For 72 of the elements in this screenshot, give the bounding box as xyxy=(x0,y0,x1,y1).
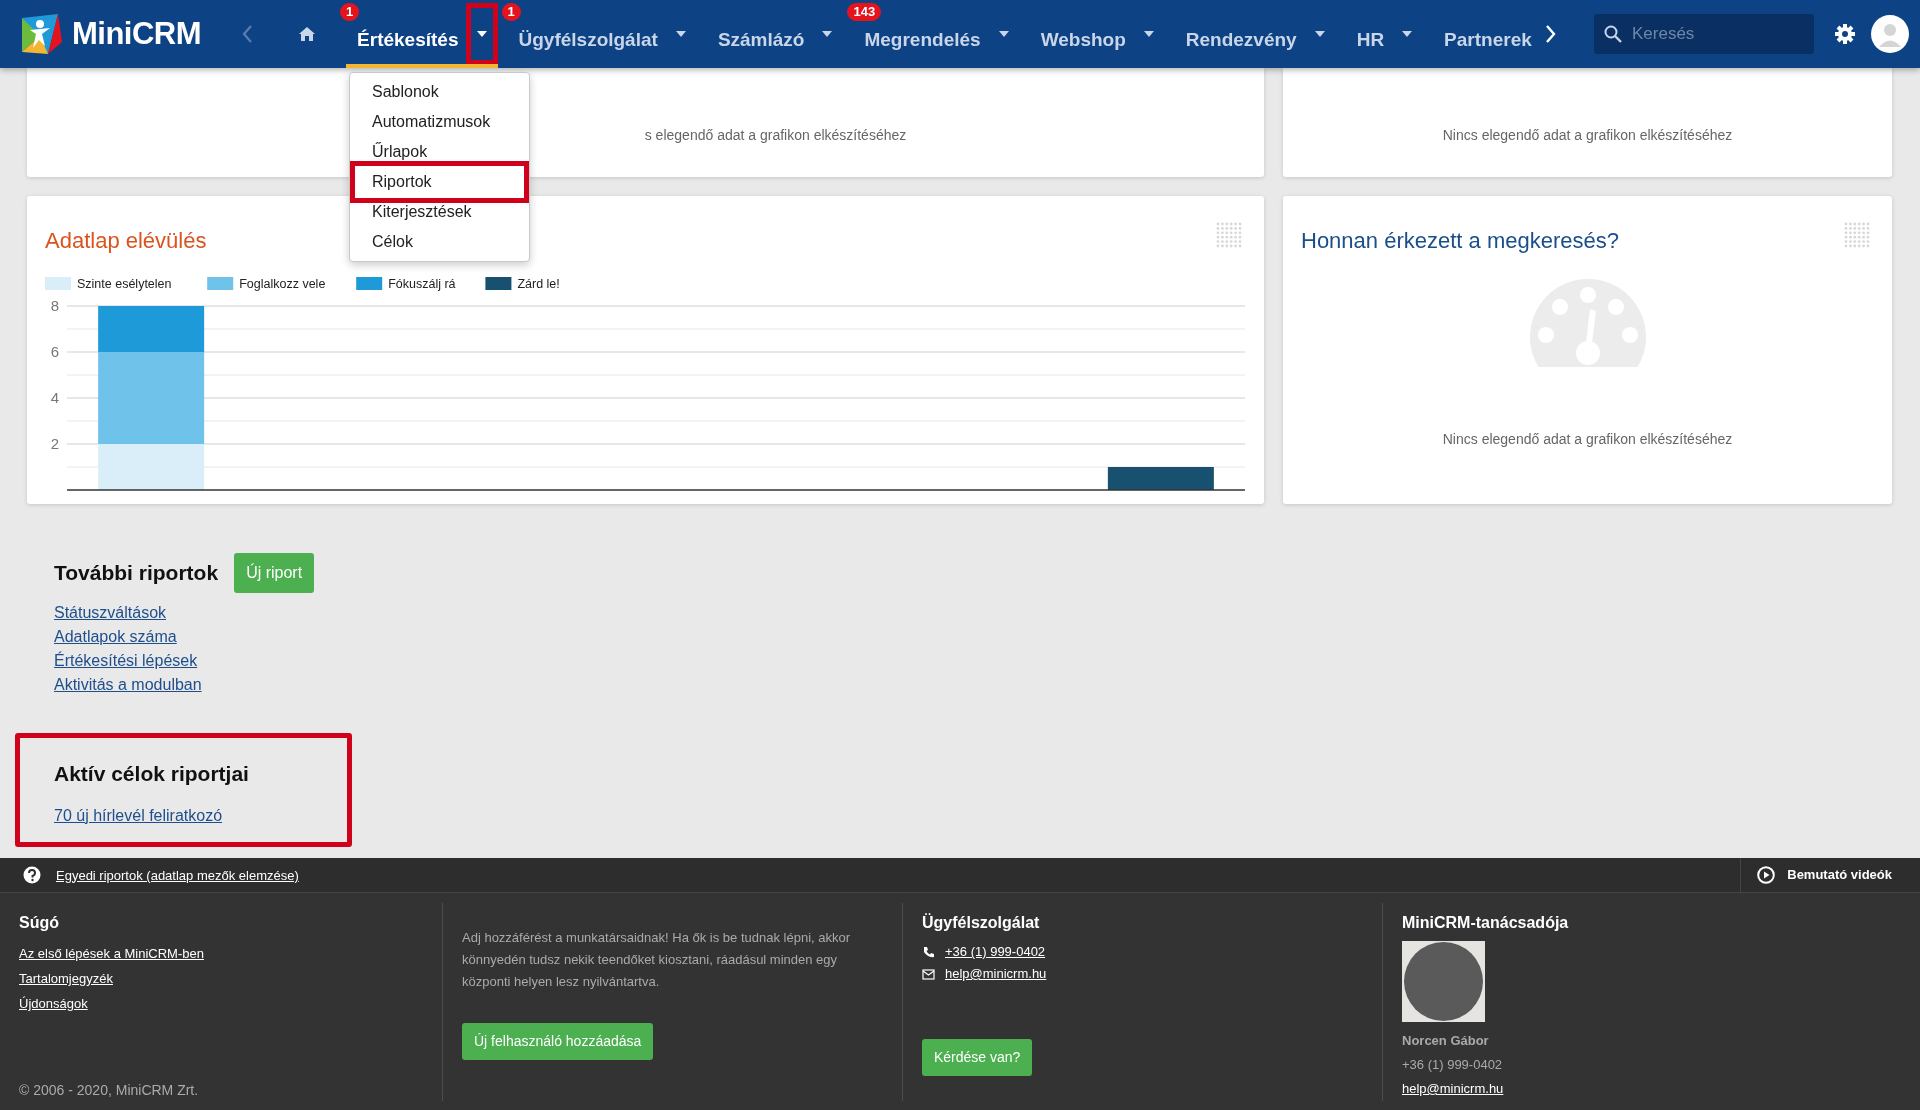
copyright-text: © 2006 - 2020, MiniCRM Zrt. xyxy=(19,1081,200,1100)
grid-dots-icon[interactable] xyxy=(1216,222,1242,248)
footer-heading: Ügyfélszolgálat xyxy=(922,912,1041,933)
demo-videos-link[interactable]: Bemutató videók xyxy=(1787,865,1892,885)
report-link[interactable]: Státuszváltások xyxy=(54,601,167,625)
no-data-message: Nincs elegendő adat a grafikon elkészítéséhez xyxy=(1441,430,1734,449)
axis-tick-label: 2 xyxy=(50,435,59,452)
settings-icon[interactable] xyxy=(1834,23,1856,45)
forward-chevron-icon[interactable] xyxy=(1544,24,1557,44)
play-icon[interactable] xyxy=(1757,866,1776,884)
notification-badge: 143 xyxy=(847,3,882,21)
report-link[interactable]: Aktivitás a modulban xyxy=(54,673,202,697)
nav-tab[interactable]: Megrendelés xyxy=(857,23,988,57)
back-chevron-icon[interactable] xyxy=(241,24,254,44)
no-data-message: Nincs elegendő adat a grafikon elkészítéséhez xyxy=(1442,126,1733,145)
custom-reports-link[interactable]: Egyedi riportok (adatlap mezők elemzése) xyxy=(56,862,299,888)
logo-text: MiniCRM xyxy=(72,14,202,53)
caret-icon xyxy=(822,31,833,37)
section-title: Aktív célok riportjai xyxy=(54,761,250,787)
nav-tab[interactable]: Partnerek xyxy=(1437,23,1539,57)
footer-heading: Súgó xyxy=(19,913,60,933)
mail-icon xyxy=(922,967,935,981)
menu-item[interactable]: Célok xyxy=(350,227,529,257)
nav-tab[interactable]: Webshop xyxy=(1033,23,1133,57)
advisor-name: Norcen Gábor xyxy=(1402,1032,1490,1050)
section-title: További riportok xyxy=(54,560,219,587)
invite-text: Adj hozzáférést a munkatársaidnak! Ha ők is be tudnak lépni, akkor könnyedén tudsz nekik teendőket kiosztani, ráadásul minden egy központi helyen lesz nyilvántartva. xyxy=(462,929,852,991)
nav-tab[interactable]: Értékesítés xyxy=(350,23,466,57)
user-avatar-icon[interactable] xyxy=(1870,14,1910,54)
legend-label: Szinte esélytelen xyxy=(77,277,172,291)
nav-tab[interactable]: Számlázó xyxy=(710,23,812,57)
report-link[interactable]: Adatlapok száma xyxy=(54,625,177,649)
card-title: Adatlap elévülés xyxy=(44,227,207,255)
home-icon[interactable] xyxy=(298,26,317,42)
caret-icon xyxy=(1143,31,1154,37)
axis-tick-label: 4 xyxy=(50,389,59,406)
nav-tab[interactable]: Ügyfélszolgálat xyxy=(511,23,665,57)
goal-report-link[interactable]: 70 új hírlevél feliratkozó xyxy=(54,803,223,828)
legend-label: Foglalkozz vele xyxy=(239,277,326,291)
caret-icon xyxy=(998,31,1009,37)
menu-item[interactable]: Riportok xyxy=(350,161,529,203)
help-link[interactable]: Az első lépések a MiniCRM-ben xyxy=(19,941,204,966)
advisor-email-link[interactable]: help@minicrm.hu xyxy=(1402,1076,1504,1101)
footer-heading: MiniCRM-tanácsadója xyxy=(1402,913,1570,933)
axis-tick-label: 8 xyxy=(50,297,59,314)
menu-item[interactable]: Sablonok xyxy=(350,77,529,107)
grid-dots-icon[interactable] xyxy=(1844,222,1870,248)
search-field[interactable]: Keresés xyxy=(1594,14,1814,54)
no-data-message: s elegendő adat a grafikon elkészítéséhez xyxy=(644,126,907,145)
report-link[interactable]: Értékesítési lépések xyxy=(54,649,198,673)
notification-badge: 1 xyxy=(501,3,521,21)
caret-icon xyxy=(1314,31,1325,37)
notification-badge: 1 xyxy=(340,3,360,21)
caret-icon xyxy=(675,31,686,37)
help-icon[interactable] xyxy=(23,866,41,884)
card-title: Honnan érkezett a megkeresés? xyxy=(1300,227,1619,255)
nav-tab[interactable]: Rendezvény xyxy=(1178,23,1304,57)
email-link[interactable]: help@minicrm.hu xyxy=(945,963,1047,985)
legend-label: Fókuszálj rá xyxy=(388,277,456,291)
caret-icon xyxy=(476,31,487,37)
dropdown-toggle[interactable] xyxy=(465,3,498,65)
phone-icon xyxy=(922,945,935,959)
help-link[interactable]: Újdonságok xyxy=(19,991,88,1016)
advisor-phone: +36 (1) 999-0402 xyxy=(1402,1056,1504,1074)
help-link[interactable]: Tartalomjegyzék xyxy=(19,966,113,991)
phone-link[interactable]: +36 (1) 999-0402 xyxy=(945,941,1046,963)
search-icon xyxy=(1604,25,1622,43)
caret-icon xyxy=(1402,31,1413,37)
nav-tab[interactable]: HR xyxy=(1349,23,1392,57)
menu-item[interactable]: Automatizmusok xyxy=(350,107,529,137)
legend-label: Zárd le! xyxy=(517,277,560,291)
axis-tick-label: 6 xyxy=(50,343,59,360)
